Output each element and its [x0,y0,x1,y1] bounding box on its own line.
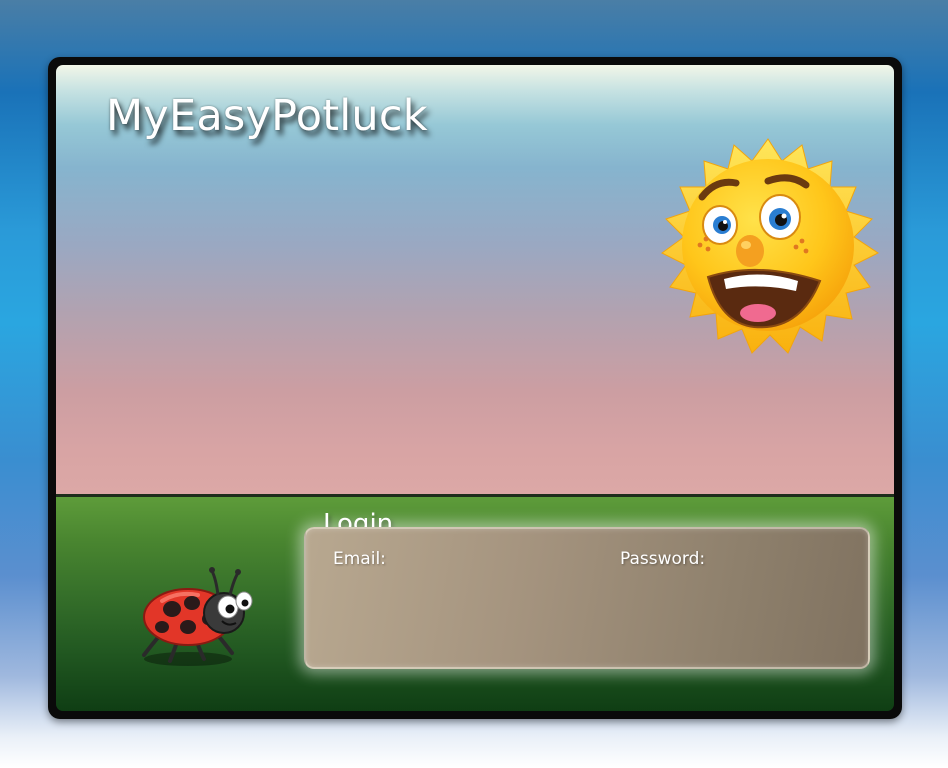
ladybug-icon [142,567,253,666]
smiling-sun-icon [661,138,879,354]
app-screen: MyEasyPotluck Login Email: Password: [56,65,894,711]
email-label: Email: [333,549,386,569]
password-label: Password: [620,549,706,569]
login-panel: Email: Password: [304,527,870,669]
app-title: MyEasyPotluck [106,91,428,141]
app-frame: MyEasyPotluck Login Email: Password: [48,57,902,719]
